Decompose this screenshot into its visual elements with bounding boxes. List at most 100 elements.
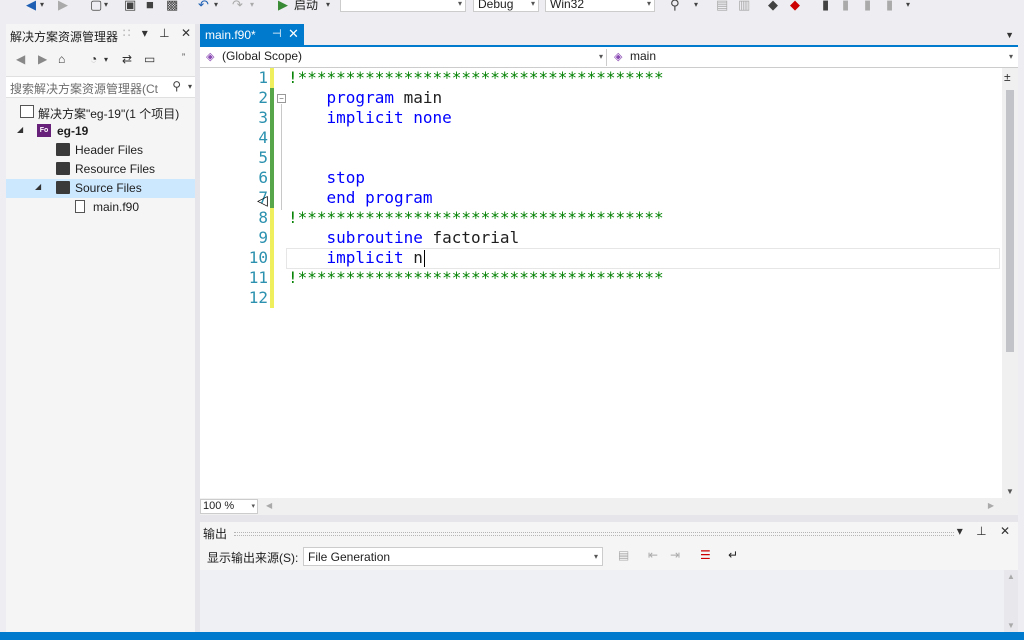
tree-item-resource-files[interactable]: Resource Files [6, 160, 195, 179]
configuration-dropdown[interactable]: Debug ▾ [473, 0, 539, 12]
close-tab-icon[interactable]: ✕ [288, 26, 299, 42]
output-source-dropdown[interactable]: File Generation ▾ [303, 547, 603, 566]
home-icon[interactable]: ⌂ [58, 52, 65, 66]
forward-icon[interactable]: ▶ [58, 0, 68, 13]
platform-dropdown[interactable]: Win32 ▾ [545, 0, 655, 12]
save-icon[interactable]: ■ [146, 0, 154, 12]
navigation-bar: ◈ (Global Scope) ▾ ◈ main ▾ [200, 47, 1018, 68]
tree-item-project[interactable]: ◢ Fo eg-19 [6, 122, 195, 141]
window-position-icon[interactable]: ▾ [142, 26, 148, 40]
find-icon[interactable]: ⚲ [670, 0, 680, 13]
toolbar-overflow-icon[interactable]: ▾ [906, 0, 910, 9]
code-line[interactable]: program main [288, 88, 443, 107]
find-message-icon[interactable]: ▤ [618, 548, 629, 562]
comment-icon[interactable]: ▤ [716, 0, 728, 13]
code-comment-line[interactable]: !************************************** [288, 68, 664, 87]
blank-dropdown[interactable]: ▾ [340, 0, 466, 12]
scroll-up-icon[interactable]: ▲ [1007, 572, 1015, 581]
scroll-thumb[interactable] [1006, 90, 1014, 352]
bookmark-icon[interactable]: ▮ [822, 0, 829, 13]
new-project-icon[interactable]: ▢ [90, 0, 102, 13]
collapse-all-icon[interactable]: ▭ [144, 52, 155, 66]
collapse-outline-icon[interactable]: − [277, 94, 286, 103]
pin-icon[interactable]: ⊥ [976, 524, 986, 538]
code-comment-line[interactable]: !************************************** [288, 268, 664, 287]
next-message-icon[interactable]: ⇥ [670, 548, 680, 562]
clear-bookmarks-icon[interactable]: ▮ [886, 0, 893, 13]
tab-main-f90[interactable]: main.f90* ⊣ ✕ [200, 24, 304, 46]
pin-icon[interactable]: ⊥ [159, 26, 169, 40]
sync-icon[interactable]: ⇄ [122, 52, 132, 66]
clear-all-icon[interactable]: ☰ [700, 548, 711, 562]
back-icon[interactable]: ◀ [16, 52, 25, 66]
new-dropdown-icon[interactable]: ▾ [104, 0, 108, 9]
search-options-icon[interactable]: ▾ [188, 82, 192, 91]
tree-item-header-files[interactable]: Header Files [6, 141, 195, 160]
split-window-icon[interactable]: ± [1004, 70, 1011, 84]
bookmark-next-doc-icon[interactable]: ▮ [864, 0, 871, 13]
forward-icon[interactable]: ▶ [38, 52, 47, 66]
window-position-icon[interactable]: ▾ [957, 524, 963, 538]
close-icon[interactable]: ✕ [181, 26, 191, 40]
output-text-area[interactable] [200, 570, 1018, 632]
change-tracking-bar [270, 268, 274, 288]
scroll-down-icon[interactable]: ▼ [1006, 487, 1014, 496]
redo-icon[interactable]: ↷ [232, 0, 243, 13]
solution-explorer-title: 解决方案资源管理器 [10, 30, 119, 44]
code-editor[interactable]: 1 !**************************************… [200, 68, 1002, 498]
overflow-icon[interactable]: ” [182, 52, 185, 62]
comment-text: !************************************** [288, 208, 664, 227]
scroll-right-icon[interactable]: ▶ [988, 501, 994, 510]
start-dropdown-icon[interactable]: ▾ [326, 0, 330, 9]
bookmark-prev-icon[interactable]: ◆ [768, 0, 778, 13]
code-line[interactable]: subroutine factorial [288, 228, 520, 247]
code-line[interactable]: implicit none [288, 108, 452, 127]
grip-icon: ∷ [122, 26, 131, 40]
tree-item-source-files[interactable]: ◢ Source Files [6, 179, 195, 198]
open-file-icon[interactable]: ▣ [124, 0, 136, 13]
zoom-dropdown[interactable]: 100 % ▾ [200, 499, 258, 514]
output-splitter[interactable] [200, 515, 1018, 522]
code-comment-line[interactable]: !************************************** [288, 208, 664, 227]
tree-item-solution[interactable]: 解决方案"eg-19"(1 个项目) [6, 103, 195, 122]
uncomment-icon[interactable]: ▥ [738, 0, 750, 13]
text-caret [423, 250, 425, 267]
find-dropdown-icon[interactable]: ▾ [694, 0, 698, 9]
scroll-left-icon[interactable]: ◀ [266, 501, 272, 510]
save-all-icon[interactable]: ▩ [166, 0, 178, 13]
tab-list-dropdown-icon[interactable]: ▼ [1005, 30, 1014, 40]
pending-changes-filter-icon[interactable]: ◔ [90, 52, 97, 66]
redo-dropdown-icon[interactable]: ▾ [250, 0, 254, 9]
previous-message-icon[interactable]: ⇤ [648, 548, 658, 562]
bookmark-next-icon[interactable]: ◆ [790, 0, 800, 13]
back-icon[interactable]: ◀ [26, 0, 36, 13]
change-tracking-bar [270, 228, 274, 248]
pin-tab-icon[interactable]: ⊣ [272, 27, 282, 40]
member-dropdown[interactable]: ◈ main ▾ [610, 49, 1016, 66]
line-number: 3 [258, 108, 268, 127]
collapse-arrow-icon[interactable]: ◢ [17, 125, 23, 134]
chevron-down-icon: ▾ [593, 552, 598, 561]
tree-item-main-f90[interactable]: main.f90 [6, 198, 195, 217]
code-line[interactable]: end program [288, 188, 433, 207]
search-input[interactable]: 搜索解决方案资源管理器(Ct [10, 80, 162, 97]
scope-dropdown[interactable]: ◈ (Global Scope) ▾ [202, 49, 607, 66]
start-debugging-icon[interactable]: ▶ [278, 0, 288, 13]
filter-dropdown-icon[interactable]: ▾ [104, 55, 108, 64]
code-line[interactable]: stop [288, 168, 366, 187]
output-vertical-scrollbar[interactable]: ▲ ▼ [1004, 570, 1018, 632]
source-text: subroutine factorial [326, 228, 520, 247]
word-wrap-icon[interactable]: ↵ [728, 548, 738, 562]
close-icon[interactable]: ✕ [1000, 524, 1010, 538]
start-debugging-button[interactable]: 启动 [294, 0, 318, 13]
undo-dropdown-icon[interactable]: ▾ [214, 0, 218, 9]
collapse-arrow-icon[interactable]: ◢ [35, 182, 41, 191]
member-icon: ◈ [614, 51, 623, 63]
search-icon[interactable]: ⚲ [172, 79, 181, 93]
solution-explorer-search[interactable]: 搜索解决方案资源管理器(Ct ⚲ ▾ [6, 76, 195, 98]
bookmark-prev-doc-icon[interactable]: ▮ [842, 0, 849, 13]
back-dropdown-icon[interactable]: ▾ [40, 0, 44, 9]
scroll-down-icon[interactable]: ▼ [1007, 621, 1015, 630]
undo-icon[interactable]: ↶ [198, 0, 209, 13]
editor-vertical-scrollbar[interactable]: ± ▼ [1002, 68, 1018, 498]
